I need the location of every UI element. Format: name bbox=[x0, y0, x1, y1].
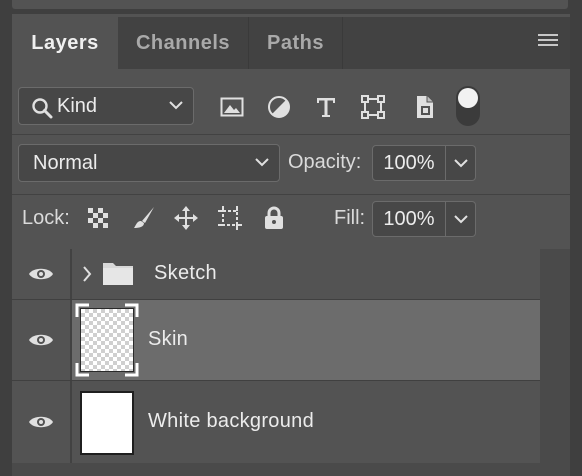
tab-channels-label: Channels bbox=[135, 31, 231, 54]
eye-icon bbox=[29, 416, 53, 428]
lock-position-icon[interactable] bbox=[172, 204, 200, 232]
smart-object-filter-icon[interactable] bbox=[410, 92, 440, 122]
chevron-down-icon bbox=[454, 159, 468, 168]
chevron-right-icon[interactable] bbox=[82, 266, 92, 282]
lock-transparent-pixels-icon[interactable] bbox=[84, 204, 112, 232]
layer-thumbnail[interactable] bbox=[80, 391, 134, 455]
layer-row-skin[interactable]: Skin bbox=[12, 300, 540, 380]
layer-row-sketch[interactable]: Sketch bbox=[12, 249, 540, 299]
top-strip bbox=[0, 0, 582, 14]
fill-dropdown[interactable] bbox=[446, 201, 476, 237]
type-filter-icon[interactable] bbox=[311, 92, 341, 122]
blend-mode-select[interactable]: Normal bbox=[18, 144, 280, 182]
right-gutter bbox=[570, 0, 582, 476]
tab-layers-label: Layers bbox=[31, 31, 99, 54]
fill-value: 100% bbox=[383, 207, 435, 230]
layer-name: Sketch bbox=[154, 262, 217, 284]
visibility-toggle[interactable] bbox=[12, 300, 72, 380]
tab-separator bbox=[342, 17, 343, 69]
blend-mode-value: Normal bbox=[33, 151, 98, 174]
eye-icon bbox=[29, 334, 53, 346]
search-icon bbox=[32, 98, 53, 119]
image-filter-icon[interactable] bbox=[217, 92, 247, 122]
opacity-dropdown[interactable] bbox=[446, 145, 476, 181]
filter-kind-select[interactable]: Kind bbox=[18, 87, 194, 125]
panel-menu-icon[interactable] bbox=[538, 34, 558, 48]
adjustment-filter-icon[interactable] bbox=[264, 92, 294, 122]
tab-bar: Layers Channels Paths bbox=[12, 17, 570, 69]
chevron-down-icon bbox=[454, 215, 468, 224]
layer-name: Skin bbox=[148, 328, 189, 350]
previous-panel-edge bbox=[12, 0, 568, 9]
layer-name: White background bbox=[148, 410, 315, 432]
layers-panel: Layers Channels Paths Kind Normal Opacit… bbox=[0, 0, 582, 476]
filter-toggle-icon[interactable] bbox=[456, 86, 480, 126]
opacity-input[interactable]: 100% bbox=[372, 145, 446, 181]
visibility-toggle[interactable] bbox=[12, 381, 72, 463]
layer-row-white-background[interactable]: White background bbox=[12, 381, 540, 463]
chevron-down-icon bbox=[255, 158, 269, 167]
opacity-label: Opacity: bbox=[288, 151, 362, 173]
lock-all-icon[interactable] bbox=[260, 204, 288, 232]
lock-image-pixels-icon[interactable] bbox=[130, 204, 158, 232]
left-gutter bbox=[0, 0, 12, 476]
fill-input[interactable]: 100% bbox=[372, 201, 446, 237]
fill-label: Fill: bbox=[334, 207, 366, 229]
shape-filter-icon[interactable] bbox=[358, 92, 388, 122]
tab-channels[interactable]: Channels bbox=[118, 17, 248, 69]
opacity-value: 100% bbox=[383, 151, 435, 174]
tab-paths[interactable]: Paths bbox=[249, 17, 342, 69]
tab-layers[interactable]: Layers bbox=[12, 17, 118, 69]
panel-body: Layers Channels Paths Kind Normal Opacit… bbox=[12, 17, 570, 476]
visibility-toggle[interactable] bbox=[12, 249, 72, 299]
layer-list: Sketch Skin White background bbox=[12, 249, 570, 476]
eye-icon bbox=[29, 268, 53, 280]
tab-paths-label: Paths bbox=[267, 31, 324, 54]
folder-icon bbox=[103, 263, 133, 285]
lock-artboard-icon[interactable] bbox=[216, 204, 244, 232]
thumbnail-selection-corners bbox=[75, 303, 139, 377]
lock-label: Lock: bbox=[22, 207, 70, 229]
chevron-down-icon bbox=[169, 101, 183, 110]
filter-kind-label: Kind bbox=[57, 94, 98, 117]
